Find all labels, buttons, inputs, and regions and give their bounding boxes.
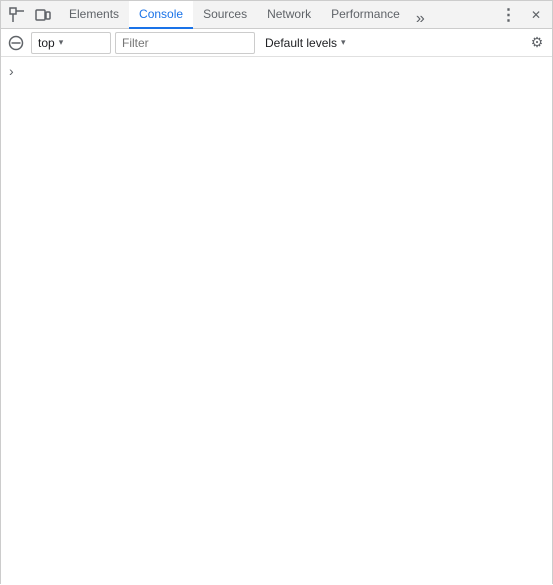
inspect-icon-button[interactable]	[5, 3, 29, 27]
console-settings-button[interactable]: ⚙	[526, 32, 548, 54]
tab-console[interactable]: Console	[129, 1, 193, 29]
levels-label: Default levels	[265, 36, 337, 50]
tab-console-label: Console	[139, 7, 183, 21]
tabs-container: Elements Console Sources Network Perform…	[59, 1, 496, 28]
tabs-overflow-button[interactable]: »	[410, 10, 431, 28]
tab-network-label: Network	[267, 7, 311, 21]
close-devtools-button[interactable]: ✕	[524, 3, 548, 27]
console-output: ›	[1, 57, 552, 585]
clear-console-button[interactable]	[5, 32, 27, 54]
context-chevron-icon: ▾	[59, 37, 64, 48]
no-entry-icon	[8, 35, 24, 51]
context-value: top	[38, 36, 55, 50]
device-icon	[35, 7, 51, 23]
tab-bar-end: ⋮ ✕	[496, 3, 548, 27]
close-icon: ✕	[531, 8, 541, 22]
levels-chevron-icon: ▾	[341, 37, 346, 48]
tab-performance[interactable]: Performance	[321, 1, 410, 29]
inspect-icon	[9, 7, 25, 23]
tab-elements[interactable]: Elements	[59, 1, 129, 29]
tabs-overflow-icon: »	[416, 10, 425, 28]
tab-bar: Elements Console Sources Network Perform…	[1, 1, 552, 29]
tab-sources[interactable]: Sources	[193, 1, 257, 29]
filter-input[interactable]	[115, 32, 255, 54]
tab-bar-icon-group	[5, 3, 55, 27]
tab-sources-label: Sources	[203, 7, 247, 21]
console-expand-arrow[interactable]: ›	[9, 63, 14, 79]
console-toolbar: top ▾ Default levels ▾ ⚙	[1, 29, 552, 57]
context-selector[interactable]: top ▾	[31, 32, 111, 54]
log-levels-selector[interactable]: Default levels ▾	[259, 32, 352, 54]
device-toggle-button[interactable]	[31, 3, 55, 27]
gear-icon: ⚙	[531, 34, 544, 51]
tab-elements-label: Elements	[69, 7, 119, 21]
tab-performance-label: Performance	[331, 7, 400, 21]
three-dots-menu-button[interactable]: ⋮	[496, 3, 520, 27]
tab-network[interactable]: Network	[257, 1, 321, 29]
three-dots-icon: ⋮	[501, 5, 516, 25]
